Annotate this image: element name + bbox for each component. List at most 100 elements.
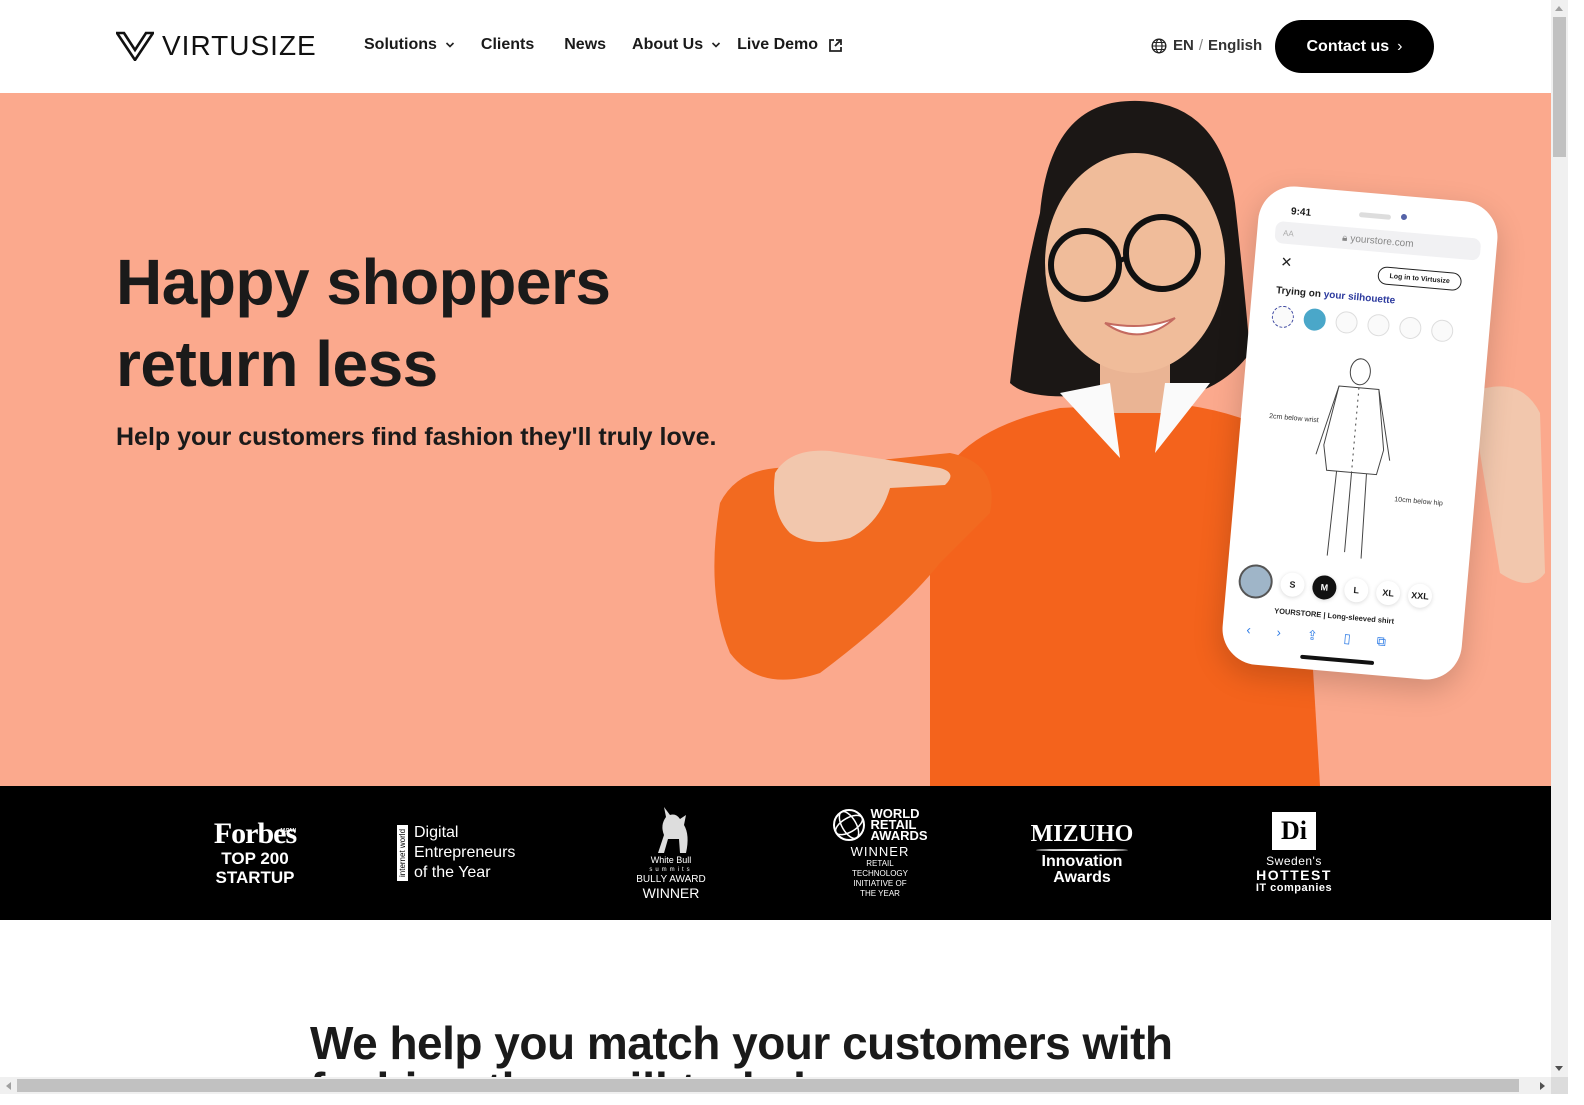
award-internet-world: internet world Digital Entrepreneurs of … xyxy=(397,786,537,920)
trying-prefix: Trying on xyxy=(1275,285,1322,301)
language-separator: / xyxy=(1198,37,1204,54)
chevron-right-icon: › xyxy=(1397,37,1403,55)
di-line3: IT companies xyxy=(1255,882,1333,894)
hero-title-line2: return less xyxy=(116,328,438,400)
mizuho-logo: MIZUHO xyxy=(1030,820,1134,847)
virtusize-v-icon xyxy=(116,31,154,61)
di-logo: Di xyxy=(1272,812,1316,850)
horizontal-scroll-thumb[interactable] xyxy=(17,1079,1519,1092)
scroll-up-arrow-icon[interactable] xyxy=(1555,6,1563,11)
language-name: English xyxy=(1208,37,1263,54)
iw-line3: of the Year xyxy=(414,864,491,881)
nav-news[interactable]: News xyxy=(564,36,606,54)
external-link-icon xyxy=(829,38,842,52)
nav-solutions-label: Solutions xyxy=(364,36,437,53)
award-di: Di Sweden's HOTTEST IT companies xyxy=(1248,786,1340,920)
wra-line3: TECHNOLOGY xyxy=(851,868,908,878)
section-heading-line2: fashion they will truly love xyxy=(310,1066,885,1077)
wra-line2: RETAIL xyxy=(866,858,894,868)
nav-clients[interactable]: Clients xyxy=(481,36,534,54)
window-edge xyxy=(1568,0,1584,1105)
nav-live-demo-label: Live Demo xyxy=(737,36,819,53)
scroll-left-arrow-icon[interactable] xyxy=(6,1082,11,1090)
hero-title-line1: Happy shoppers xyxy=(116,246,611,318)
nav-about-us[interactable]: About Us xyxy=(632,36,721,54)
chevron-down-icon xyxy=(712,42,721,48)
dress-icon xyxy=(1398,316,1423,340)
hero-title: Happy shoppers return less xyxy=(116,241,611,405)
contact-us-label: Contact us xyxy=(1306,37,1390,55)
phone-url-bar: AA 🔒︎ yourstore.com xyxy=(1274,220,1482,261)
size-s: S xyxy=(1279,571,1306,598)
hero-section: Happy shoppers return less Help your cus… xyxy=(0,93,1551,786)
wra-winner: WINNER xyxy=(850,843,910,859)
vertical-scroll-thumb[interactable] xyxy=(1553,17,1566,157)
bully-award: BULLY AWARD xyxy=(636,874,706,885)
language-code: EN xyxy=(1173,37,1194,54)
site-header: VIRTUSIZE Solutions Clients News About U… xyxy=(0,0,1551,93)
jacket-icon xyxy=(1366,313,1391,338)
award-white-bull: White Bull summits BULLY AWARD WINNER xyxy=(630,786,712,920)
bully-winner: WINNER xyxy=(642,885,700,901)
nav-clients-label: Clients xyxy=(480,36,535,53)
contact-us-button[interactable]: Contact us › xyxy=(1275,20,1434,73)
globe-logo-icon xyxy=(833,808,866,841)
scroll-down-arrow-icon[interactable] xyxy=(1555,1066,1563,1071)
bookmarks-icon: ▯ xyxy=(1343,630,1352,646)
logo-text: VIRTUSIZE xyxy=(162,30,317,61)
silhouette-figure xyxy=(1315,358,1391,559)
avatar-icon xyxy=(1302,307,1327,332)
mizuho-line2: Awards xyxy=(1053,868,1111,886)
phone-camera xyxy=(1400,213,1408,221)
nav-solutions[interactable]: Solutions xyxy=(364,36,455,54)
di-line1: Sweden's xyxy=(1266,854,1322,868)
white-bull-brand: White Bull xyxy=(650,855,692,865)
internet-world-tag: internet world xyxy=(397,825,408,881)
awards-strip: Forbes JAPAN TOP 200 STARTUP internet wo… xyxy=(0,786,1551,920)
scroll-right-arrow-icon[interactable] xyxy=(1540,1082,1545,1090)
wra-line5: THE YEAR xyxy=(860,888,900,898)
di-line2: HOTTEST xyxy=(1256,867,1332,883)
product-thumbnail xyxy=(1237,563,1275,600)
nav-live-demo[interactable]: Live Demo xyxy=(737,36,843,54)
shirt-icon xyxy=(1334,310,1359,335)
language-selector[interactable]: EN / English xyxy=(1151,37,1262,54)
horizontal-scrollbar[interactable] xyxy=(0,1077,1551,1094)
section-heading: We help you match your customers with xyxy=(310,1017,1173,1069)
size-xxl: XXL xyxy=(1407,582,1434,609)
iw-line2: Entrepreneurs xyxy=(414,844,516,861)
phone-home-indicator xyxy=(1300,654,1375,666)
iw-line1: Digital xyxy=(414,824,459,841)
window-bottom-edge xyxy=(0,1094,1584,1105)
mizuho-line1: Innovation xyxy=(1041,852,1123,870)
virtusize-logo[interactable]: VIRTUSIZE xyxy=(116,30,317,62)
lock-icon: 🔒︎ xyxy=(1341,232,1348,244)
size-xl: XL xyxy=(1375,580,1402,607)
award-mizuho: MIZUHO Innovation Awards xyxy=(1030,786,1134,920)
phone-trying-on: Trying on your silhouette xyxy=(1276,285,1396,306)
forward-icon: › xyxy=(1276,624,1282,640)
size-l: L xyxy=(1343,577,1370,604)
main-nav: Solutions Clients News About Us Live Dem… xyxy=(364,36,843,54)
vertical-scrollbar[interactable] xyxy=(1551,0,1568,1077)
share-icon: ⇪ xyxy=(1306,627,1319,644)
wra-title3: AWARDS xyxy=(870,828,928,843)
forbes-logo: Forbes JAPAN xyxy=(214,819,297,849)
globe-icon xyxy=(1151,37,1167,54)
phone-login-button: Log in to Virtusize xyxy=(1377,265,1463,292)
scrollbar-corner xyxy=(1551,1077,1568,1094)
phone-notch xyxy=(1358,212,1392,220)
chevron-down-icon xyxy=(445,42,454,48)
phone-garment-icons xyxy=(1270,304,1455,343)
nav-news-label: News xyxy=(564,36,607,53)
mizuho-swoosh xyxy=(1036,848,1128,851)
size-selector: S M L XL XXL xyxy=(1237,563,1434,614)
phone-time: 9:41 xyxy=(1290,206,1312,219)
hero-subtitle: Help your customers find fashion they'll… xyxy=(116,423,717,451)
trying-highlight: your silhouette xyxy=(1323,289,1396,307)
nav-about-label: About Us xyxy=(632,36,704,53)
forbes-line1: TOP 200 xyxy=(221,849,289,868)
phone-login-label: Log in to Virtusize xyxy=(1389,272,1451,285)
wra-line4: INITIATIVE OF xyxy=(853,878,907,888)
size-m-selected: M xyxy=(1311,574,1338,601)
